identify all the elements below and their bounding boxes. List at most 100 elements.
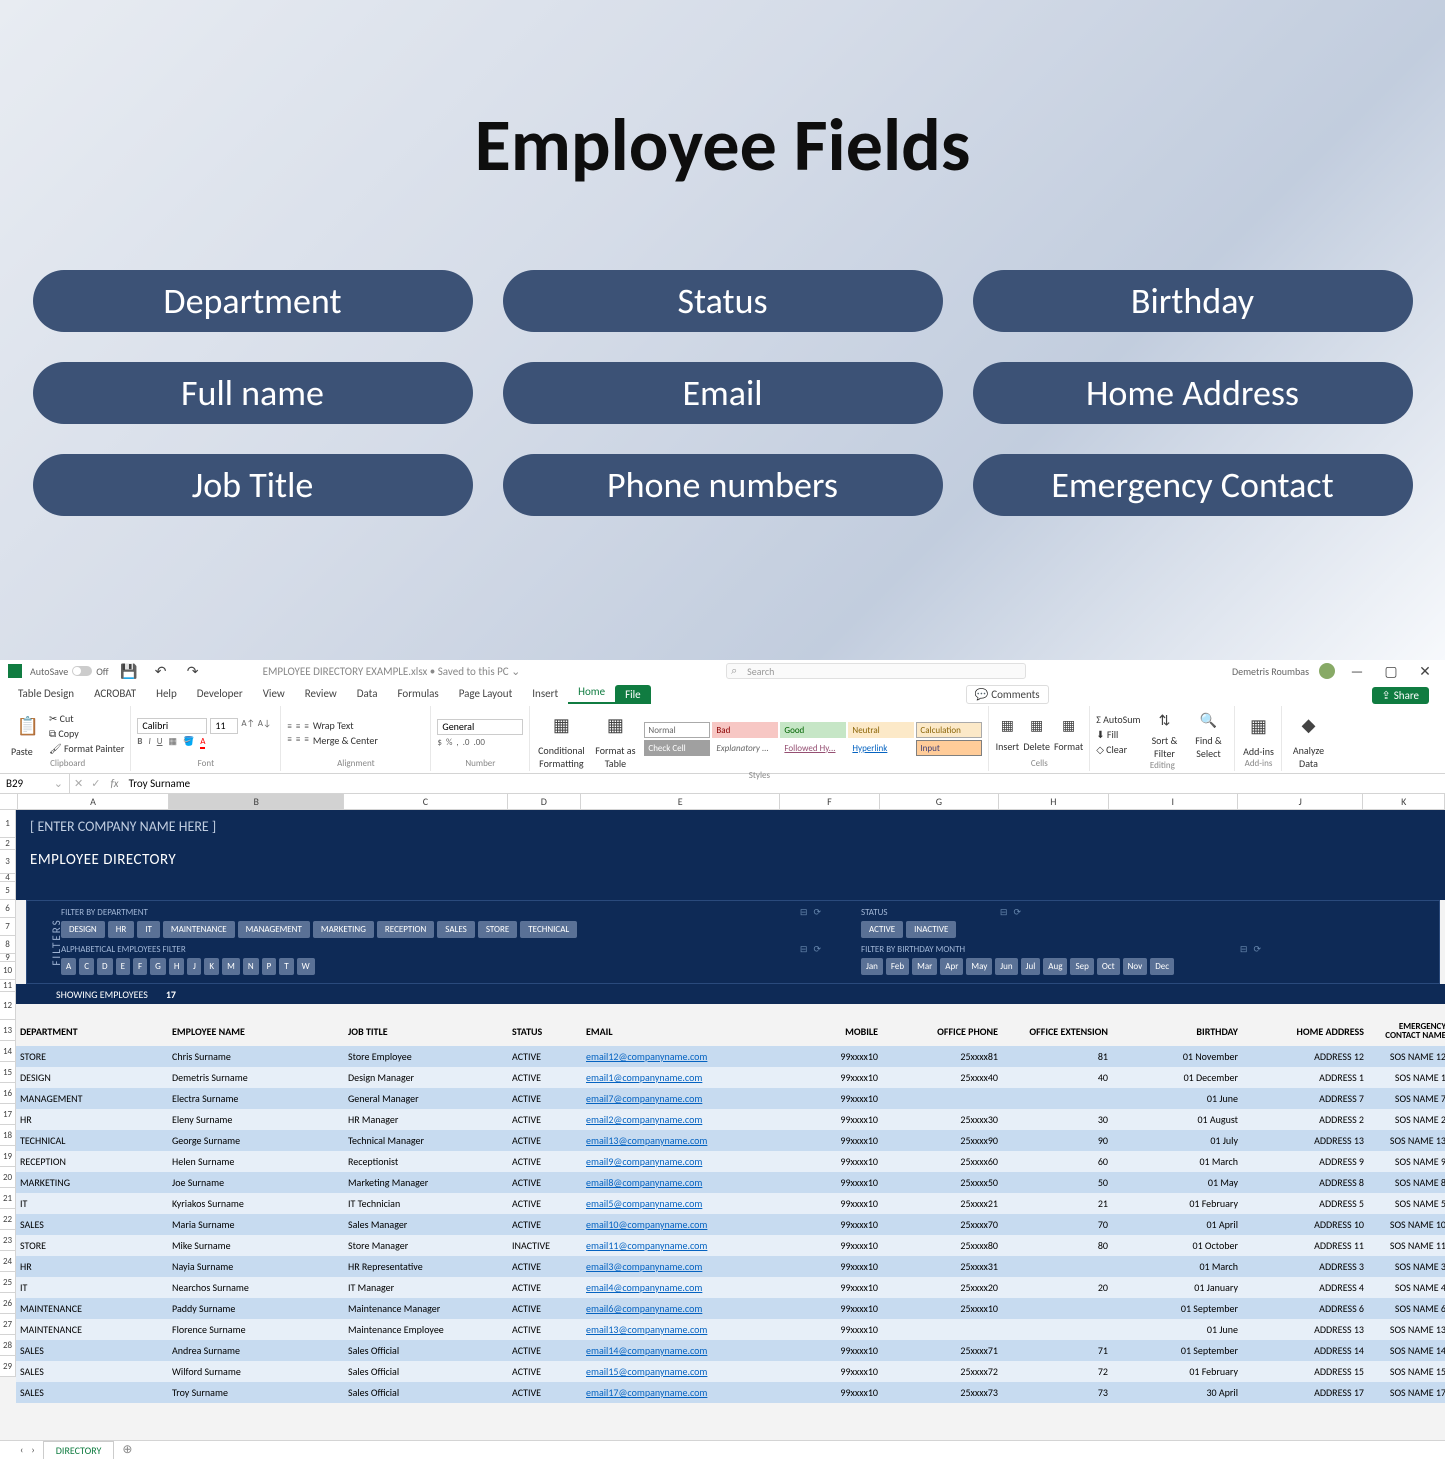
filter-chip[interactable]: MARKETING bbox=[313, 921, 374, 938]
cell-email[interactable]: email15@companyname.com bbox=[582, 1365, 782, 1378]
cell-mobile[interactable]: 99xxxx10 bbox=[782, 1197, 882, 1210]
filter-chip[interactable]: MANAGEMENT bbox=[238, 921, 310, 938]
col-F[interactable]: F bbox=[780, 794, 880, 809]
clear-filter-icon[interactable]: ⟳ bbox=[1253, 944, 1261, 955]
cell-bday[interactable]: 01 February bbox=[1112, 1365, 1242, 1378]
ribbon-tab[interactable]: Table Design bbox=[8, 683, 84, 704]
cell-ophone[interactable]: 25xxxx73 bbox=[882, 1386, 1002, 1399]
ribbon-tab[interactable]: File bbox=[615, 685, 651, 704]
th-status[interactable]: STATUS bbox=[508, 1025, 582, 1038]
border-btn[interactable]: ▦ bbox=[169, 736, 178, 749]
cell-bday[interactable]: 30 April bbox=[1112, 1386, 1242, 1399]
th-birthday[interactable]: BIRTHDAY bbox=[1112, 1025, 1242, 1038]
ribbon-tab[interactable]: Review bbox=[295, 683, 347, 704]
cell-dept[interactable]: MANAGEMENT bbox=[16, 1092, 168, 1105]
row-header[interactable]: 11 bbox=[0, 980, 16, 992]
cell-addr[interactable]: ADDRESS 8 bbox=[1242, 1176, 1368, 1189]
col-B[interactable]: B bbox=[169, 794, 344, 809]
cell-job[interactable]: IT Technician bbox=[344, 1197, 508, 1210]
slicer-settings-icon[interactable]: ⊟ bbox=[1000, 907, 1008, 918]
max-icon[interactable]: ▢ bbox=[1379, 659, 1403, 683]
cell-email[interactable]: email17@companyname.com bbox=[582, 1386, 782, 1399]
filter-chip[interactable]: C bbox=[79, 958, 94, 975]
cell-job[interactable]: Marketing Manager bbox=[344, 1176, 508, 1189]
ribbon-tab[interactable]: Insert bbox=[522, 683, 568, 704]
style-gallery-row1[interactable]: NormalBadGoodNeutralCalculation bbox=[644, 722, 982, 738]
cell-email[interactable]: email7@companyname.com bbox=[582, 1092, 782, 1105]
cell-addr[interactable]: ADDRESS 12 bbox=[1242, 1050, 1368, 1063]
table-row[interactable]: MANAGEMENTElectra SurnameGeneral Manager… bbox=[16, 1088, 1445, 1109]
cell-addr[interactable]: ADDRESS 11 bbox=[1242, 1239, 1368, 1252]
cell-dept[interactable]: IT bbox=[16, 1197, 168, 1210]
cell-addr[interactable]: ADDRESS 7 bbox=[1242, 1092, 1368, 1105]
filter-chip[interactable]: RECEPTION bbox=[377, 921, 434, 938]
row-header[interactable]: 15 bbox=[0, 1062, 16, 1083]
row-header[interactable]: 2 bbox=[0, 838, 16, 850]
col-E[interactable]: E bbox=[581, 794, 780, 809]
cell-dept[interactable]: SALES bbox=[16, 1344, 168, 1357]
slicer-settings-icon[interactable]: ⊟ bbox=[1240, 944, 1248, 955]
undo-icon[interactable]: ↶ bbox=[149, 659, 173, 683]
cell-sos[interactable]: SOS NAME 2 bbox=[1368, 1113, 1445, 1126]
cell-ophone[interactable]: 25xxxx21 bbox=[882, 1197, 1002, 1210]
filter-chip[interactable]: STORE bbox=[478, 921, 517, 938]
cell-addr[interactable]: ADDRESS 6 bbox=[1242, 1302, 1368, 1315]
fmt-table-icon[interactable]: ▦ bbox=[598, 708, 632, 742]
filter-chip[interactable]: Nov bbox=[1123, 958, 1148, 975]
cell-sos[interactable]: SOS NAME 5 bbox=[1368, 1197, 1445, 1210]
cell-status[interactable]: ACTIVE bbox=[508, 1344, 582, 1357]
filter-chip[interactable]: W bbox=[297, 958, 315, 975]
cell-sos[interactable]: SOS NAME 12 bbox=[1368, 1050, 1445, 1063]
cell-mobile[interactable]: 99xxxx10 bbox=[782, 1386, 882, 1399]
filter-chip[interactable]: IT bbox=[137, 921, 160, 938]
cell-email[interactable]: email10@companyname.com bbox=[582, 1218, 782, 1231]
font-family-select[interactable] bbox=[137, 718, 207, 734]
style-box[interactable]: Bad bbox=[712, 722, 778, 738]
row-header[interactable]: 16 bbox=[0, 1083, 16, 1104]
cell-bday[interactable]: 01 August bbox=[1112, 1113, 1242, 1126]
cell-email[interactable]: email13@companyname.com bbox=[582, 1323, 782, 1336]
fx-confirm-icon[interactable]: ✓ bbox=[87, 777, 104, 790]
cell-mobile[interactable]: 99xxxx10 bbox=[782, 1323, 882, 1336]
cell-name[interactable]: Chris Surname bbox=[168, 1050, 344, 1063]
style-box[interactable]: Explanatory ... bbox=[712, 740, 778, 756]
row-header[interactable]: 23 bbox=[0, 1230, 16, 1251]
filter-chip[interactable]: MAINTENANCE bbox=[163, 921, 235, 938]
row-header[interactable]: 21 bbox=[0, 1188, 16, 1209]
toggle-icon[interactable] bbox=[72, 666, 92, 676]
th-ophone[interactable]: OFFICE PHONE bbox=[882, 1025, 1002, 1038]
cell-addr[interactable]: ADDRESS 14 bbox=[1242, 1344, 1368, 1357]
table-row[interactable]: STOREMike SurnameStore ManagerINACTIVEem… bbox=[16, 1235, 1445, 1256]
cell-ophone[interactable]: 25xxxx90 bbox=[882, 1134, 1002, 1147]
cell-ophone[interactable]: 25xxxx20 bbox=[882, 1281, 1002, 1294]
row-header[interactable]: 29 bbox=[0, 1356, 16, 1377]
cell-status[interactable]: INACTIVE bbox=[508, 1239, 582, 1252]
cell-job[interactable]: Sales Official bbox=[344, 1386, 508, 1399]
font-size-select[interactable] bbox=[210, 718, 238, 734]
cell-dept[interactable]: MAINTENANCE bbox=[16, 1323, 168, 1336]
italic-btn[interactable]: I bbox=[148, 736, 150, 749]
bold-btn[interactable]: B bbox=[137, 736, 142, 749]
filter-chip[interactable]: N bbox=[243, 958, 259, 975]
cell-status[interactable]: ACTIVE bbox=[508, 1260, 582, 1273]
cell-email[interactable]: email8@companyname.com bbox=[582, 1176, 782, 1189]
number-format-select[interactable] bbox=[437, 719, 523, 735]
cell-ext[interactable]: 20 bbox=[1002, 1281, 1112, 1294]
table-row[interactable]: ITKyriakos SurnameIT TechnicianACTIVEema… bbox=[16, 1193, 1445, 1214]
cell-name[interactable]: Helen Surname bbox=[168, 1155, 344, 1168]
cell-sos[interactable]: SOS NAME 9 bbox=[1368, 1155, 1445, 1168]
col-G[interactable]: G bbox=[880, 794, 999, 809]
table-row[interactable]: DESIGNDemetris SurnameDesign ManagerACTI… bbox=[16, 1067, 1445, 1088]
cell-name[interactable]: Joe Surname bbox=[168, 1176, 344, 1189]
cell-ophone[interactable]: 25xxxx70 bbox=[882, 1218, 1002, 1231]
insert-cell-icon[interactable]: ▦ bbox=[995, 714, 1019, 738]
cell-addr[interactable]: ADDRESS 2 bbox=[1242, 1113, 1368, 1126]
cell-bday[interactable]: 01 June bbox=[1112, 1323, 1242, 1336]
cell-name[interactable]: Maria Surname bbox=[168, 1218, 344, 1231]
table-row[interactable]: HRNayia SurnameHR RepresentativeACTIVEem… bbox=[16, 1256, 1445, 1277]
row-header[interactable]: 20 bbox=[0, 1167, 16, 1188]
cell-mobile[interactable]: 99xxxx10 bbox=[782, 1218, 882, 1231]
cell-bday[interactable]: 01 February bbox=[1112, 1197, 1242, 1210]
cell-email[interactable]: email2@companyname.com bbox=[582, 1113, 782, 1126]
row-header[interactable]: 13 bbox=[0, 1020, 16, 1041]
